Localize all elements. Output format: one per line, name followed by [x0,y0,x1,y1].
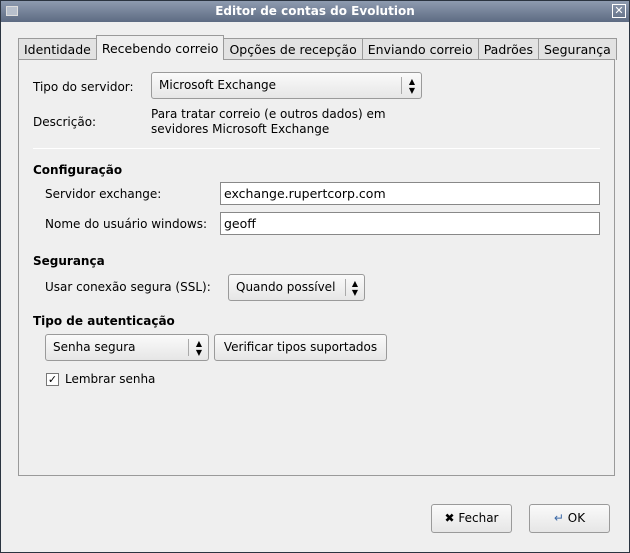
remember-password-checkbox[interactable]: ✓ [46,373,59,386]
windows-user-input[interactable]: geoff [220,212,600,235]
security-heading: Segurança [33,254,105,268]
close-button[interactable]: ✖ Fechar [431,504,512,533]
check-supported-types-button[interactable]: Verificar tipos suportados [214,334,387,361]
tab-seguranca[interactable]: Segurança [538,38,617,60]
tab-bar: Identidade Recebendo correio Opções de r… [18,35,617,60]
close-button-label: Fechar [458,511,499,525]
ok-button[interactable]: ↵ OK [529,504,610,533]
auth-type-select[interactable]: Senha segura ▲ ▼ [45,334,209,361]
title-bar[interactable]: Editor de contas do Evolution ✕ [1,1,629,22]
exchange-server-input[interactable]: exchange.rupertcorp.com [220,182,600,205]
ssl-label: Usar conexão segura (SSL): [45,280,211,294]
description-line-1: Para tratar correio (e outros dados) em [151,107,386,121]
account-editor-window: Editor de contas do Evolution ✕ Identida… [0,0,630,553]
remember-password-label[interactable]: Lembrar senha [65,372,155,386]
tab-identidade[interactable]: Identidade [18,38,97,60]
ok-button-label: OK [567,511,586,525]
auth-type-value: Senha segura [53,340,136,354]
auth-heading: Tipo de autenticação [33,314,175,328]
server-type-value: Microsoft Exchange [159,78,277,92]
tab-recebendo-correio[interactable]: Recebendo correio [95,35,225,60]
exchange-server-label: Servidor exchange: [45,187,162,201]
spinner-arrows-icon: ▲ ▼ [351,279,359,297]
close-x-icon: ✖ [444,511,455,525]
divider [33,148,600,149]
ssl-value: Quando possível [236,280,336,294]
config-heading: Configuração [33,163,123,177]
description-label: Descrição: [33,115,97,129]
window-title: Editor de contas do Evolution [215,4,415,18]
enter-arrow-icon: ↵ [553,511,564,525]
close-window-button[interactable]: ✕ [612,4,626,18]
window-menu-icon[interactable] [6,6,18,16]
ssl-select[interactable]: Quando possível ▲ ▼ [228,274,365,301]
spinner-arrows-icon: ▲ ▼ [195,339,203,357]
tab-opcoes-recepcao[interactable]: Opções de recepção [223,38,363,60]
server-type-label: Tipo do servidor: [33,80,134,94]
tab-panel: Tipo do servidor: Microsoft Exchange ▲ ▼ … [18,59,615,476]
spinner-arrows-icon: ▲ ▼ [408,77,416,95]
windows-user-label: Nome do usuário windows: [45,217,208,231]
server-type-select[interactable]: Microsoft Exchange ▲ ▼ [151,72,422,99]
tab-padroes[interactable]: Padrões [477,38,539,60]
description-line-2: sevidores Microsoft Exchange [151,122,330,136]
tab-enviando-correio[interactable]: Enviando correio [361,38,479,60]
